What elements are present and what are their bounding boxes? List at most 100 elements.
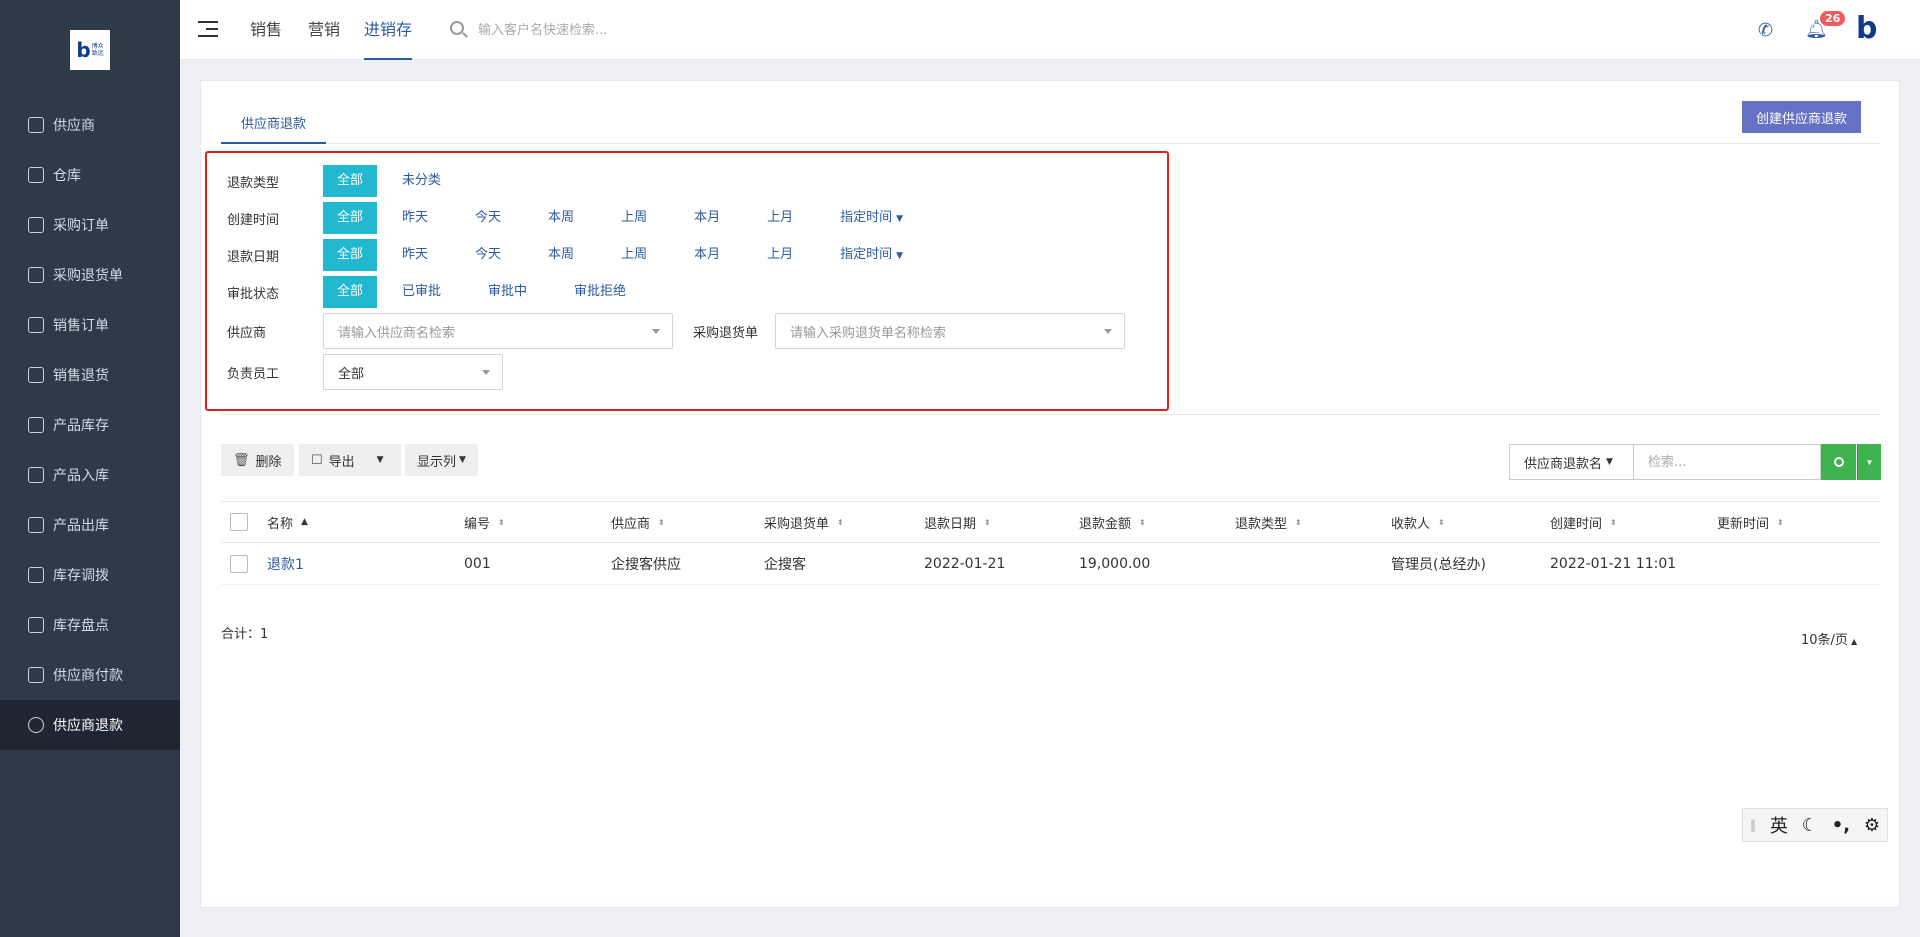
- column-header-refund-date[interactable]: 退款日期 ⬍: [924, 502, 991, 542]
- page-size-select[interactable]: 10条/页 ▲: [1801, 629, 1857, 648]
- sidebar-item-stocktake[interactable]: 库存盘点: [0, 600, 180, 650]
- sidebar-item-stock-in[interactable]: 产品入库: [0, 450, 180, 500]
- caret-down-icon: ▼: [459, 455, 466, 465]
- column-header-created[interactable]: 创建时间 ⬍: [1550, 502, 1617, 542]
- filter-option[interactable]: 全部: [323, 239, 378, 271]
- supplier-select[interactable]: 请输入供应商名检索: [323, 313, 673, 349]
- sidebar-item-supplier-payment[interactable]: 供应商付款: [0, 650, 180, 700]
- sidebar-item-supplier[interactable]: 供应商: [0, 100, 180, 150]
- sidebar-item-warehouse[interactable]: 仓库: [0, 150, 180, 200]
- filter-option[interactable]: 全部: [323, 202, 378, 234]
- search-options-button[interactable]: ▼: [1857, 444, 1881, 480]
- sidebar-item-transfer[interactable]: 库存调拨: [0, 550, 180, 600]
- notification-badge: 26: [1820, 11, 1846, 26]
- sidebar-item-label: 采购退货单: [53, 268, 123, 284]
- column-label: 采购退货单: [764, 516, 830, 532]
- create-supplier-refund-button[interactable]: 创建供应商退款: [1741, 101, 1861, 133]
- caret-down-icon: ▼: [1606, 457, 1613, 467]
- sidebar-nav: 供应商 仓库 采购订单 采购退货单 销售订单 销售退货 产品库存 产品入库 产品…: [0, 100, 180, 750]
- column-label: 退款类型: [1235, 516, 1288, 532]
- row-refund-date: 2022-01-21: [924, 555, 1006, 572]
- filter-option[interactable]: 全部: [323, 276, 378, 308]
- filter-option[interactable]: 本月: [684, 239, 730, 271]
- filter-option[interactable]: 昨天: [392, 239, 438, 271]
- column-header-code[interactable]: 编号 ⬍: [464, 502, 505, 542]
- column-label: 创建时间: [1550, 516, 1603, 532]
- punctuation-icon[interactable]: •,: [1832, 815, 1850, 836]
- column-header-payee[interactable]: 收款人 ⬍: [1391, 502, 1445, 542]
- page-size-label: 10条/页: [1801, 633, 1848, 648]
- filter-option[interactable]: 审批拒绝: [564, 276, 636, 308]
- select-all-checkbox[interactable]: [230, 502, 248, 542]
- sidebar-item-supplier-refund[interactable]: 供应商退款: [0, 700, 180, 750]
- filter-option[interactable]: 今天: [465, 239, 511, 271]
- search-field-select[interactable]: 供应商退款名 ▼: [1509, 444, 1634, 480]
- sidebar-item-purchase-order[interactable]: 采购订单: [0, 200, 180, 250]
- search-button[interactable]: [1821, 444, 1856, 480]
- table-search-input[interactable]: [1634, 444, 1821, 480]
- show-columns-button[interactable]: 显示列 ▼: [405, 444, 478, 476]
- sidebar-item-purchase-return[interactable]: 采购退货单: [0, 250, 180, 300]
- tab-marketing[interactable]: 营销: [308, 0, 340, 60]
- staff-select[interactable]: 全部: [323, 354, 503, 390]
- sidebar-item-label: 库存调拨: [53, 568, 109, 584]
- company-logo[interactable]: b 博众 致远: [70, 30, 110, 70]
- filter-option[interactable]: 本月: [684, 202, 730, 234]
- sort-icon: ⬍: [1295, 517, 1302, 527]
- table-total: 合计：1: [221, 627, 269, 642]
- column-label: 收款人: [1391, 516, 1431, 532]
- row-checkbox[interactable]: [230, 543, 248, 584]
- filter-option[interactable]: 未分类: [392, 165, 451, 197]
- filter-option[interactable]: 上月: [757, 239, 803, 271]
- filter-panel: 退款类型 全部 未分类 创建时间 全部 昨天 今天 本周 上周 本月 上月 指定…: [205, 151, 1169, 411]
- column-header-supplier[interactable]: 供应商 ⬍: [611, 502, 665, 542]
- filter-option[interactable]: 昨天: [392, 202, 438, 234]
- custom-time-dropdown[interactable]: 指定时间 ▼: [830, 202, 913, 234]
- column-header-name[interactable]: 名称 ▲: [267, 502, 308, 542]
- column-header-refund-type[interactable]: 退款类型 ⬍: [1235, 502, 1302, 542]
- column-header-updated[interactable]: 更新时间 ⬍: [1717, 502, 1784, 542]
- row-name-link[interactable]: 退款1: [267, 543, 304, 584]
- customer-search-input[interactable]: [478, 18, 778, 42]
- filter-refund-date: 退款日期 全部 昨天 今天 本周 上周 本月 上月 指定时间 ▼: [227, 239, 940, 271]
- sidebar-item-sales-order[interactable]: 销售订单: [0, 300, 180, 350]
- sidebar-item-sales-return[interactable]: 销售退货: [0, 350, 180, 400]
- column-header-purchase-return[interactable]: 采购退货单 ⬍: [764, 502, 844, 542]
- brand-logo[interactable]: b: [1856, 12, 1877, 46]
- filter-option[interactable]: 上月: [757, 202, 803, 234]
- stock-out-icon: [28, 517, 44, 533]
- sidebar-item-label: 采购订单: [53, 218, 109, 234]
- filter-option[interactable]: 已审批: [392, 276, 451, 308]
- tab-sales[interactable]: 销售: [250, 0, 282, 60]
- show-columns-label: 显示列: [417, 454, 457, 470]
- tab-supplier-refund[interactable]: 供应商退款: [221, 103, 327, 144]
- sidebar-item-label: 库存盘点: [53, 618, 109, 634]
- filter-option[interactable]: 本周: [538, 202, 584, 234]
- filter-option[interactable]: 今天: [465, 202, 511, 234]
- purchase-return-select[interactable]: 请输入采购退货单名称检索: [775, 313, 1125, 349]
- filter-option[interactable]: 上周: [611, 239, 657, 271]
- sort-asc-icon: ▲: [301, 517, 308, 527]
- custom-time-dropdown[interactable]: 指定时间 ▼: [830, 239, 913, 271]
- sidebar-item-inventory[interactable]: 产品库存: [0, 400, 180, 450]
- gear-icon[interactable]: ⚙: [1864, 815, 1880, 836]
- ime-mode-toggle[interactable]: 英: [1770, 812, 1788, 838]
- export-button[interactable]: ☐ 导出 ▼: [299, 444, 401, 476]
- phone-icon[interactable]: ✆: [1758, 20, 1773, 41]
- filter-label: 审批状态: [227, 286, 280, 302]
- filter-option[interactable]: 审批中: [478, 276, 537, 308]
- delete-button[interactable]: 🗑︎ 删除: [221, 444, 294, 476]
- filter-option[interactable]: 本周: [538, 239, 584, 271]
- drag-handle-icon[interactable]: ‖: [1750, 818, 1756, 832]
- transfer-icon: [28, 567, 44, 583]
- filter-option[interactable]: 全部: [323, 165, 378, 197]
- sidebar-item-stock-out[interactable]: 产品出库: [0, 500, 180, 550]
- filter-option[interactable]: 上周: [611, 202, 657, 234]
- column-label: 供应商: [611, 516, 651, 532]
- warehouse-icon: [28, 167, 44, 183]
- sort-icon: ⬍: [984, 517, 991, 527]
- column-header-amount[interactable]: 退款金额 ⬍: [1079, 502, 1146, 542]
- menu-toggle-icon[interactable]: [198, 21, 218, 37]
- tab-inventory[interactable]: 进销存: [364, 0, 413, 60]
- moon-icon[interactable]: ☾: [1802, 815, 1818, 836]
